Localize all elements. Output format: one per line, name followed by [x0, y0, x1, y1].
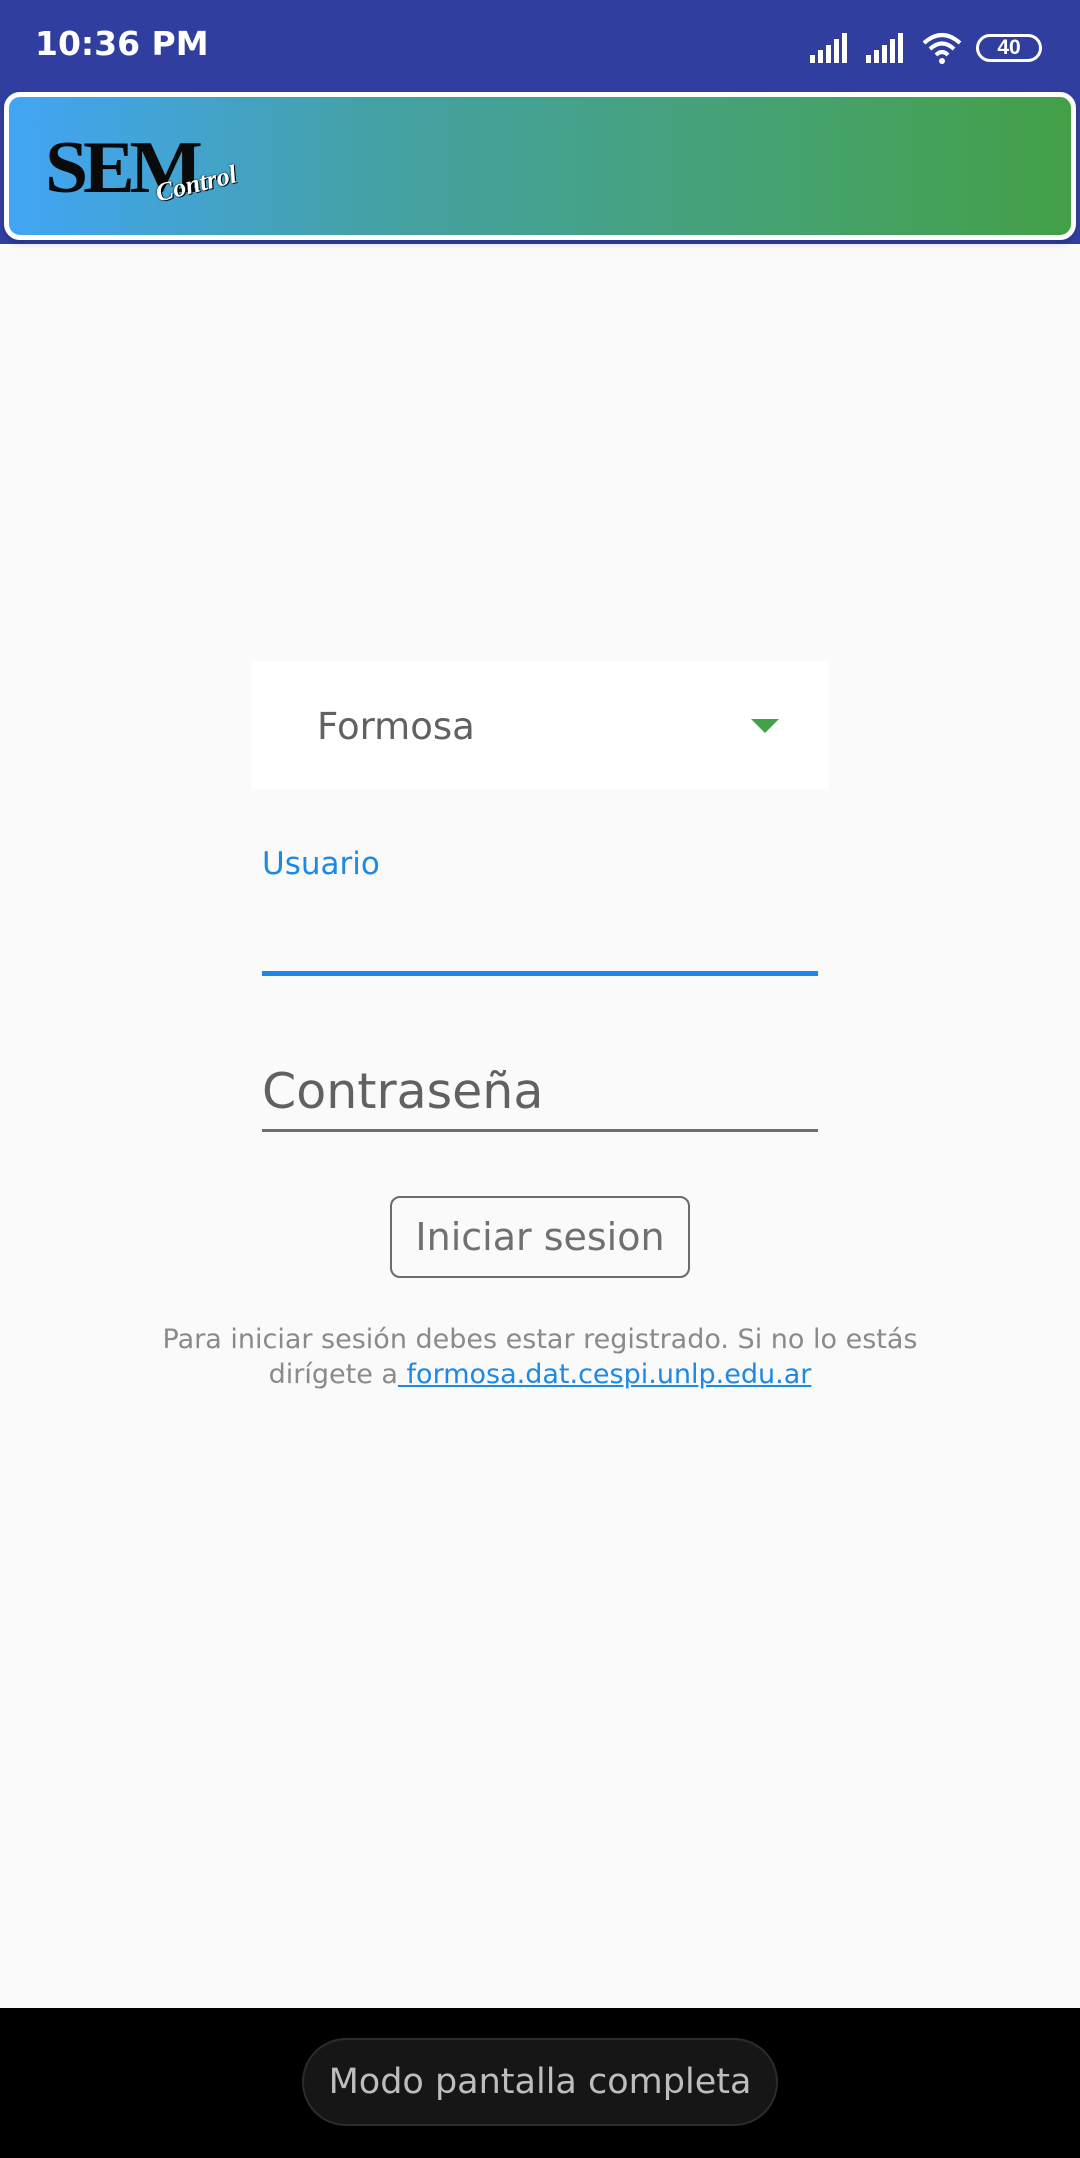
username-label: Usuario: [262, 846, 380, 882]
status-icons: 40: [810, 26, 1042, 70]
password-input[interactable]: [262, 1054, 818, 1132]
dropdown-arrow-icon: [751, 719, 779, 733]
registration-link[interactable]: formosa.dat.cespi.unlp.edu.ar: [398, 1359, 812, 1390]
app-header-wrap: SEM Control: [0, 88, 1080, 244]
city-selector[interactable]: Formosa: [251, 661, 829, 789]
info-text: Para iniciar sesión debes estar registra…: [150, 1322, 930, 1392]
status-time: 10:36 PM: [35, 24, 209, 63]
sem-logo: SEM Control: [45, 131, 245, 211]
navigation-bar: Modo pantalla completa: [0, 2008, 1080, 2158]
username-input[interactable]: [262, 890, 818, 976]
signal-icon: [810, 33, 852, 63]
status-bar: 10:36 PM 40: [0, 0, 1080, 96]
login-button[interactable]: Iniciar sesion: [390, 1196, 690, 1278]
fullscreen-mode-button[interactable]: Modo pantalla completa: [302, 2038, 778, 2126]
wifi-icon: [922, 32, 962, 64]
city-selector-value: Formosa: [317, 705, 475, 748]
signal-icon: [866, 33, 908, 63]
battery-icon: 40: [976, 34, 1042, 62]
app-header: SEM Control: [4, 92, 1076, 240]
